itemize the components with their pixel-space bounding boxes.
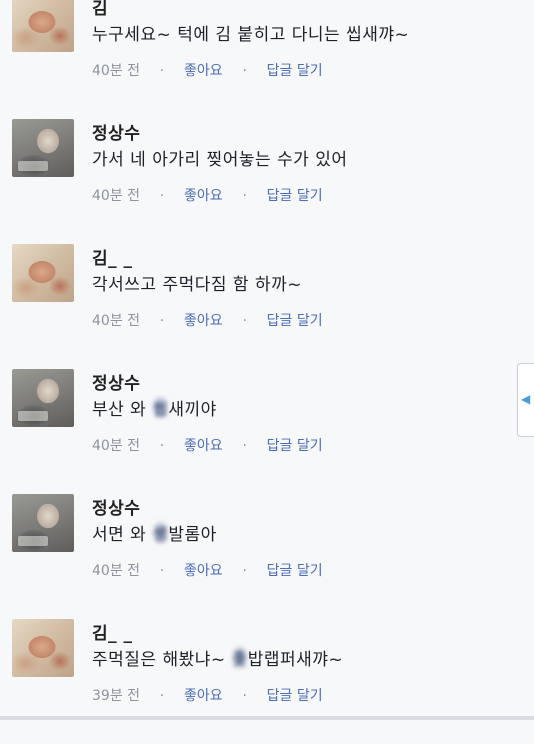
separator: · — [242, 438, 247, 454]
comment-text-part: 주먹질은 해봤냐~ — [92, 650, 232, 670]
avatar[interactable] — [12, 0, 74, 52]
separator: · — [159, 438, 165, 454]
comment-text: 각서쓰고 주먹다짐 함 하까~ — [92, 275, 302, 295]
comment-item: 정상수 부산 와 씹새끼야 40분 전 · 좋아요 · 답글 달기 — [0, 369, 534, 494]
separator: · — [242, 313, 247, 329]
comment-item: 정상수 가서 네 아가리 찢어놓는 수가 있어 40분 전 · 좋아요 · 답글 달기 — [0, 119, 534, 244]
comment-time[interactable]: 40분 전 — [92, 438, 140, 454]
comment-text-part: 밥랩퍼새꺄~ — [247, 650, 344, 670]
comment-time[interactable]: 40분 전 — [92, 313, 140, 329]
comment-time[interactable]: 39분 전 — [92, 688, 140, 704]
like-button[interactable]: 좋아요 — [184, 313, 223, 329]
avatar[interactable] — [12, 619, 74, 677]
avatar[interactable] — [12, 494, 74, 552]
blurred-word: 좆 — [231, 645, 248, 670]
comment-text-part: 발롬아 — [168, 525, 217, 545]
reply-button[interactable]: 답글 달기 — [267, 188, 323, 204]
comment-author[interactable]: 정상수 — [92, 119, 140, 144]
like-button[interactable]: 좋아요 — [184, 563, 223, 579]
comment-author[interactable]: 김_ _ — [92, 244, 133, 269]
comment-thread: 김 누구세요~ 턱에 김 붙히고 다니는 씹새꺄~ 40분 전 · 좋아요 · 답글 달… — [0, 0, 534, 744]
side-panel-tab[interactable]: ◀ — [517, 363, 534, 437]
blurred-word: 생 — [152, 520, 169, 545]
like-button[interactable]: 좋아요 — [184, 688, 223, 704]
reply-button[interactable]: 답글 달기 — [267, 563, 323, 579]
comment-meta: 39분 전 · 좋아요 · 답글 달기 — [92, 685, 323, 705]
comment-text: 서면 와 생발롬아 — [92, 520, 217, 545]
separator: · — [159, 563, 165, 579]
comment-text-part: 부산 와 — [92, 400, 153, 420]
separator: · — [242, 63, 247, 79]
like-button[interactable]: 좋아요 — [184, 438, 223, 454]
comment-meta: 40분 전 · 좋아요 · 답글 달기 — [92, 560, 323, 580]
comment-meta: 40분 전 · 좋아요 · 답글 달기 — [92, 185, 323, 205]
separator: · — [159, 688, 165, 704]
comment-author[interactable]: 김 — [92, 0, 108, 19]
separator: · — [242, 188, 247, 204]
reply-button[interactable]: 답글 달기 — [267, 438, 323, 454]
like-button[interactable]: 좋아요 — [184, 188, 223, 204]
separator: · — [242, 688, 247, 704]
separator: · — [159, 63, 165, 79]
avatar[interactable] — [12, 369, 74, 427]
comment-time[interactable]: 40분 전 — [92, 63, 140, 79]
bottom-bar — [0, 716, 534, 720]
comment-text: 주먹질은 해봤냐~ 좆밥랩퍼새꺄~ — [92, 645, 343, 670]
separator: · — [159, 188, 165, 204]
comment-time[interactable]: 40분 전 — [92, 188, 140, 204]
comment-item: 김 누구세요~ 턱에 김 붙히고 다니는 씹새꺄~ 40분 전 · 좋아요 · 답글 달… — [0, 0, 534, 119]
avatar[interactable] — [12, 119, 74, 177]
comment-author[interactable]: 정상수 — [92, 494, 140, 519]
comment-item: 김_ _ 각서쓰고 주먹다짐 함 하까~ 40분 전 · 좋아요 · 답글 달기 — [0, 244, 534, 369]
reply-button[interactable]: 답글 달기 — [267, 688, 323, 704]
avatar[interactable] — [12, 244, 74, 302]
comment-meta: 40분 전 · 좋아요 · 답글 달기 — [92, 310, 323, 330]
reply-button[interactable]: 답글 달기 — [267, 313, 323, 329]
comment-meta: 40분 전 · 좋아요 · 답글 달기 — [92, 60, 323, 80]
comment-author[interactable]: 정상수 — [92, 369, 140, 394]
comment-meta: 40분 전 · 좋아요 · 답글 달기 — [92, 435, 323, 455]
comment-text: 부산 와 씹새끼야 — [92, 395, 217, 420]
comment-time[interactable]: 40분 전 — [92, 563, 140, 579]
comment-author[interactable]: 김_ _ — [92, 619, 133, 644]
like-button[interactable]: 좋아요 — [184, 63, 223, 79]
comment-item: 김_ _ 주먹질은 해봤냐~ 좆밥랩퍼새꺄~ 39분 전 · 좋아요 · 답글 달기 — [0, 619, 534, 744]
blurred-word: 씹 — [152, 395, 169, 420]
comment-text: 누구세요~ 턱에 김 붙히고 다니는 씹새꺄~ — [92, 25, 410, 45]
comment-item: 정상수 서면 와 생발롬아 40분 전 · 좋아요 · 답글 달기 — [0, 494, 534, 619]
separator: · — [242, 563, 247, 579]
comment-text-part: 서면 와 — [92, 525, 153, 545]
reply-button[interactable]: 답글 달기 — [267, 63, 323, 79]
chevron-left-icon: ◀ — [521, 392, 531, 406]
comment-text-part: 새끼야 — [168, 400, 217, 420]
comment-text: 가서 네 아가리 찢어놓는 수가 있어 — [92, 150, 348, 170]
separator: · — [159, 313, 165, 329]
